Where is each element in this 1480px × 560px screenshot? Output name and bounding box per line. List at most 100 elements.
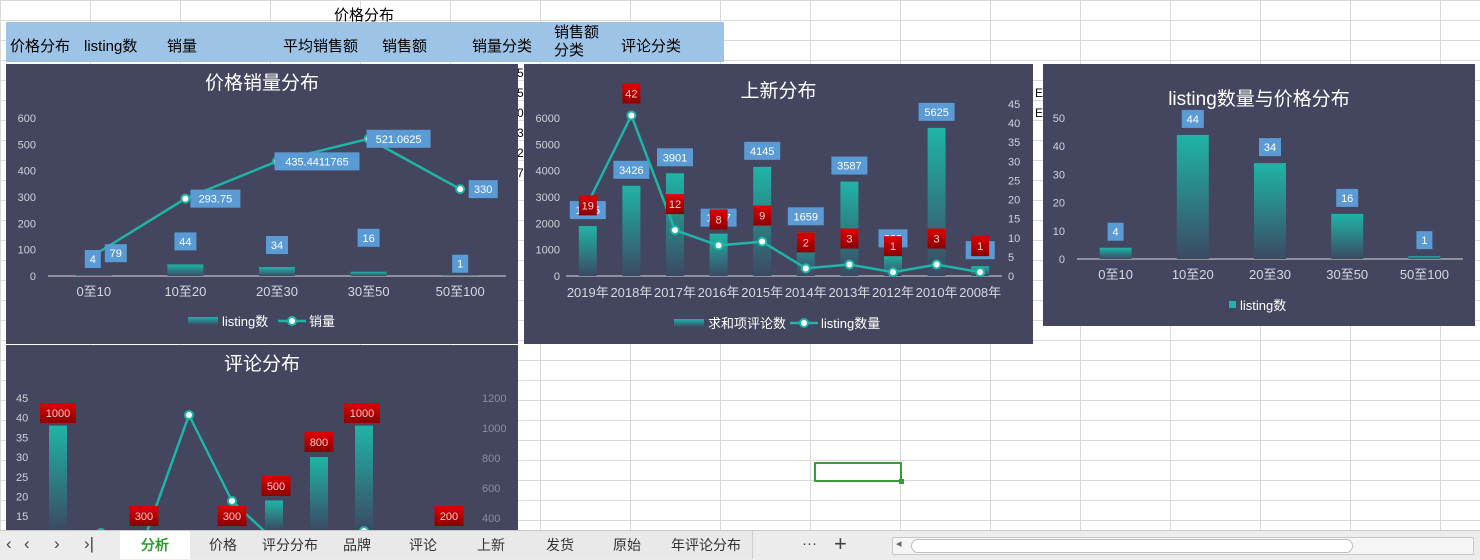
bar [49, 426, 67, 530]
cell-fragment: 3 [517, 126, 524, 140]
x-tick-label: 2012年 [872, 285, 914, 300]
line-point [456, 185, 464, 193]
y-tick-label: 30 [1053, 169, 1065, 181]
cell-fragment: E [1035, 106, 1043, 120]
cell-fragment: 7 [517, 166, 524, 180]
bar [928, 128, 946, 276]
sheet-tab-8[interactable]: 原始 [594, 531, 661, 559]
scroll-left-icon[interactable]: ◂ [896, 537, 902, 550]
y-tick-label: 40 [16, 413, 28, 425]
sheet-tab-7[interactable]: 发货 [526, 531, 595, 559]
y-tick-label: 25 [16, 472, 28, 484]
y2-tick-label: 400 [482, 513, 500, 525]
bar-data-label: 1 [457, 259, 463, 271]
bar-data-label: 1 [1421, 235, 1427, 247]
header-sales[interactable]: 销量 [167, 35, 197, 56]
legend-bar-swatch [1229, 301, 1236, 308]
chart-listing-price[interactable]: listing数量与价格分布 010203040500至1010至2020至30… [1043, 64, 1475, 326]
x-tick-label: 10至20 [164, 284, 206, 299]
red-data-label: 500 [267, 481, 285, 493]
bar-data-label: 34 [271, 240, 283, 252]
legend-label: 求和项评论数 [708, 316, 786, 331]
bar-data-label: 3426 [619, 165, 643, 177]
y-tick-label: 30 [16, 452, 28, 464]
y-tick-label: 6000 [536, 113, 560, 125]
x-tick-label: 30至50 [1326, 267, 1368, 282]
bar [666, 173, 684, 276]
chart-listing-price-plot: 010203040500至1010至2020至3030至5050至1004443… [1043, 64, 1475, 326]
legend-label: 销量 [309, 314, 335, 329]
bar-data-label: 44 [179, 236, 191, 248]
legend-bar-swatch [674, 319, 704, 327]
line-data-label: 3 [934, 234, 940, 246]
legend-label: listing数量 [821, 316, 880, 331]
y-tick-label: 10 [1053, 226, 1065, 238]
sheet-tab-2[interactable]: 价格 [190, 531, 257, 559]
sheet-tab-4[interactable]: 品牌 [324, 531, 391, 559]
header-sales-class[interactable]: 销量分类 [472, 35, 532, 56]
y-tick-label: 2000 [536, 218, 560, 230]
red-data-label: 1000 [350, 408, 374, 420]
header-price[interactable]: 价格分布 [10, 35, 70, 56]
line-data-label: 435.4411765 [285, 156, 348, 168]
sheet-tab-5[interactable]: 评论 [390, 531, 457, 559]
line-point [933, 261, 941, 269]
header-listing[interactable]: listing数 [84, 35, 137, 56]
next-sheet-button[interactable]: › [54, 534, 60, 554]
line-point [802, 264, 810, 272]
y2-tick-label: 5 [1008, 252, 1014, 264]
horizontal-scrollbar[interactable]: ◂ [892, 537, 1474, 555]
header-avg-revenue[interactable]: 平均销售额 [283, 35, 358, 56]
y2-tick-label: 600 [482, 483, 500, 495]
chart-review-dist[interactable]: 评论分布 45403530252015120010008006004001000… [6, 345, 518, 530]
line-data-label: 8 [716, 214, 722, 226]
sheet-tab-9[interactable]: 年评论分布 [660, 531, 753, 559]
selected-cell[interactable] [814, 462, 902, 482]
bar [310, 457, 328, 530]
prev-sheet-button[interactable]: ‹ [24, 534, 30, 554]
y2-tick-label: 40 [1008, 118, 1020, 130]
bar-data-label: 1659 [794, 211, 818, 223]
bar-data-label: 5625 [924, 107, 948, 119]
sheet-tab-1[interactable]: 分析 [120, 531, 191, 559]
bar [259, 267, 295, 276]
x-tick-label: 20至30 [256, 284, 298, 299]
chart-price-sales[interactable]: 价格销量分布 01002003004005006000至1010至2020至30… [6, 64, 518, 344]
sheet-tab-3[interactable]: 评分分布 [256, 531, 325, 559]
y2-tick-label: 10 [1008, 233, 1020, 245]
legend-line-marker [800, 319, 808, 327]
y2-tick-label: 25 [1008, 175, 1020, 187]
bar [622, 186, 640, 276]
sheet-tab-6[interactable]: 上新 [456, 531, 527, 559]
scrollbar-thumb[interactable] [911, 539, 1353, 553]
header-revenue-class[interactable]: 销售额 分类 [554, 24, 599, 60]
header-row[interactable]: 价格分布 listing数 销量 平均销售额 销售额 销量分类 销售额 分类 评… [6, 22, 724, 62]
y-tick-label: 500 [18, 139, 36, 151]
x-tick-label: 2018年 [610, 285, 652, 300]
red-data-label: 200 [440, 511, 458, 523]
y-tick-label: 5000 [536, 139, 560, 151]
header-revenue[interactable]: 销售额 [382, 35, 427, 56]
y-tick-label: 300 [18, 192, 36, 204]
x-tick-label: 0至10 [76, 284, 111, 299]
chart-review-dist-plot: 4540353025201512001000800600400100030030… [6, 345, 518, 530]
y2-tick-label: 800 [482, 453, 500, 465]
add-sheet-button[interactable]: + [834, 531, 847, 557]
y-tick-label: 100 [18, 245, 36, 257]
bar [355, 426, 373, 530]
last-sheet-button[interactable]: ›| [84, 534, 94, 554]
first-sheet-button[interactable]: ‹ [6, 534, 12, 554]
y2-tick-label: 1000 [482, 423, 506, 435]
line-data-label: 3 [846, 234, 852, 246]
more-sheets-button[interactable]: ··· [802, 535, 817, 552]
line-data-label: 12 [669, 199, 681, 211]
line-data-label: 2 [803, 237, 809, 249]
chart-new-listing-plot: 0100020003000400050006000051015202530354… [524, 64, 1033, 344]
header-review-class[interactable]: 评论分类 [621, 35, 681, 56]
y-tick-label: 40 [1053, 141, 1065, 153]
bar-data-label: 16 [1341, 193, 1353, 205]
chart-new-listing[interactable]: 上新分布 01000200030004000500060000510152025… [524, 64, 1033, 344]
line-data-label: 1 [977, 241, 983, 253]
x-tick-label: 2013年 [828, 285, 870, 300]
bar [1331, 214, 1363, 259]
